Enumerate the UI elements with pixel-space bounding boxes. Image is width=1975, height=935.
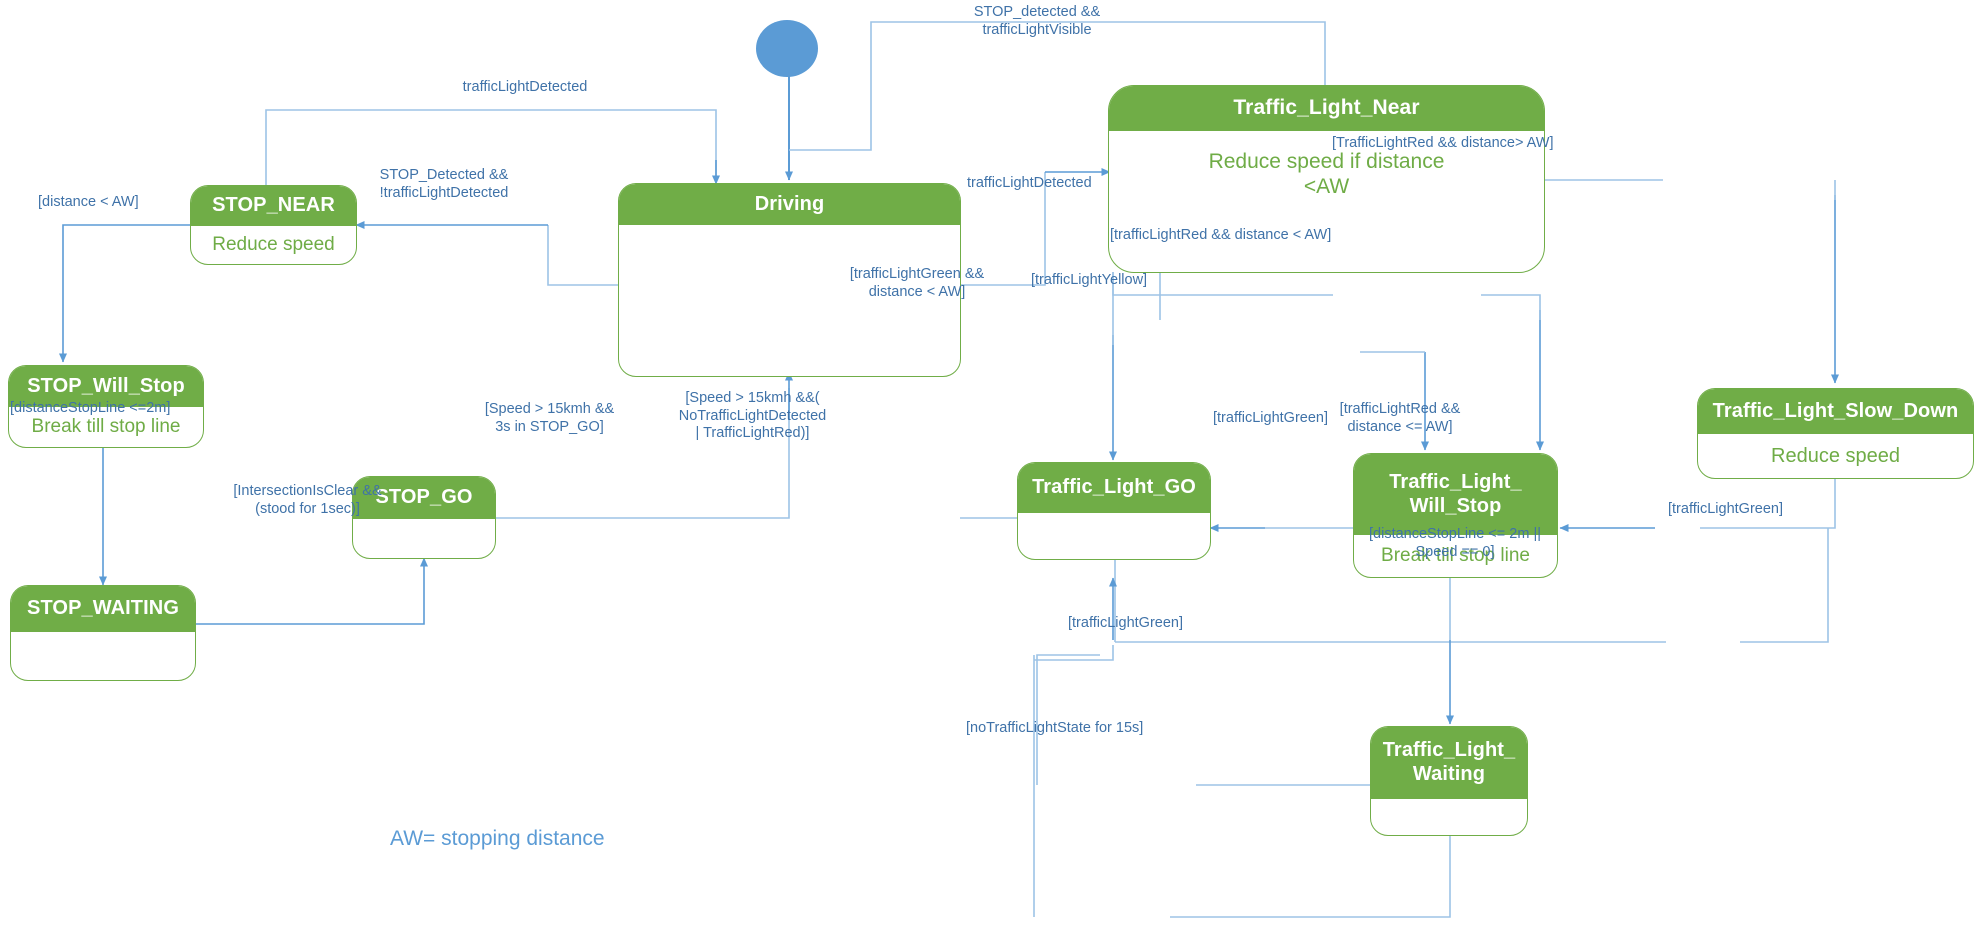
transition-label-traffic-light-red-distance-greater-aw: [TrafficLightRed && distance> AW] bbox=[1332, 135, 1554, 151]
state-title: Driving bbox=[619, 184, 960, 225]
state-stop-near[interactable]: STOP_NEAR Reduce speed bbox=[190, 185, 357, 265]
state-title: STOP_NEAR bbox=[191, 186, 356, 226]
transition-label-traffic-light-green-waiting-to-go: [trafficLightGreen] bbox=[1068, 615, 1183, 631]
state-traffic-light-waiting[interactable]: Traffic_Light_ Waiting bbox=[1370, 726, 1528, 836]
state-title: Traffic_Light_ Will_Stop bbox=[1354, 454, 1557, 535]
transition-label-traffic-light-detected-to-near: trafficLightDetected bbox=[967, 175, 1092, 191]
state-title: Traffic_Light_ Waiting bbox=[1371, 727, 1527, 799]
transition-label-distance-stop-line-2m: [distanceStopLine <=2m] bbox=[10, 400, 171, 416]
transition-label-traffic-light-red-distance-less-aw: [trafficLightRed && distance < AW] bbox=[1110, 227, 1332, 243]
legend-aw-definition: AW= stopping distance bbox=[390, 827, 605, 850]
transition-label-stop-detected-traffic-light-visible: STOP_detected && trafficLightVisible bbox=[973, 4, 1101, 38]
state-title: Traffic_Light_Slow_Down bbox=[1698, 389, 1973, 434]
state-title: Traffic_Light_Near bbox=[1109, 86, 1544, 131]
state-action bbox=[353, 519, 495, 558]
state-stop-waiting[interactable]: STOP_WAITING bbox=[10, 585, 196, 681]
state-traffic-light-slow-down[interactable]: Traffic_Light_Slow_Down Reduce speed bbox=[1697, 388, 1974, 479]
state-title: Traffic_Light_GO bbox=[1018, 463, 1210, 513]
transition-label-speed-15kmh-no-traffic-light: [Speed > 15kmh &&( NoTrafficLightDetecte… bbox=[678, 390, 827, 442]
transition-label-distance-stop-line-lte-2m-speed-0: [distanceStopLine <= 2m || Speed == 0] bbox=[1369, 526, 1541, 560]
state-traffic-light-go[interactable]: Traffic_Light_GO bbox=[1017, 462, 1211, 560]
state-machine-diagram: STOP_NEAR Reduce speed Driving Traffic_L… bbox=[0, 0, 1975, 935]
state-action bbox=[1371, 799, 1527, 835]
state-action bbox=[11, 632, 195, 680]
transition-label-no-traffic-light-state-15s: [noTrafficLightState for 15s] bbox=[966, 720, 1144, 736]
state-traffic-light-near[interactable]: Traffic_Light_Near Reduce speed if dista… bbox=[1108, 85, 1545, 273]
transition-label-traffic-light-detected-to-driving: trafficLightDetected bbox=[462, 79, 588, 95]
transition-label-traffic-light-green-will-stop-to-go: [trafficLightGreen] bbox=[1213, 410, 1328, 426]
transition-label-speed-15kmh-3s-stop-go: [Speed > 15kmh && 3s in STOP_GO] bbox=[484, 401, 615, 435]
state-title: STOP_WAITING bbox=[11, 586, 195, 632]
transition-label-traffic-light-green-slow-down-to-go: [trafficLightGreen] bbox=[1668, 501, 1783, 517]
transition-label-traffic-light-green-distance-aw: [trafficLightGreen && distance < AW] bbox=[849, 266, 985, 300]
state-action: Reduce speed bbox=[1771, 445, 1900, 467]
transition-label-distance-less-aw: [distance < AW] bbox=[38, 194, 139, 210]
initial-state-node bbox=[756, 20, 818, 77]
transition-label-traffic-light-yellow: [trafficLightYellow] bbox=[1031, 272, 1148, 288]
transition-label-intersection-is-clear: [IntersectionIsClear && (stood for 1sec)… bbox=[233, 483, 382, 517]
transition-label-stop-detected-not-traffic-light: STOP_Detected && !trafficLightDetected bbox=[379, 167, 509, 201]
transition-wires bbox=[59, 21, 1839, 918]
state-action: Reduce speed bbox=[212, 233, 335, 255]
state-action bbox=[1018, 513, 1210, 559]
